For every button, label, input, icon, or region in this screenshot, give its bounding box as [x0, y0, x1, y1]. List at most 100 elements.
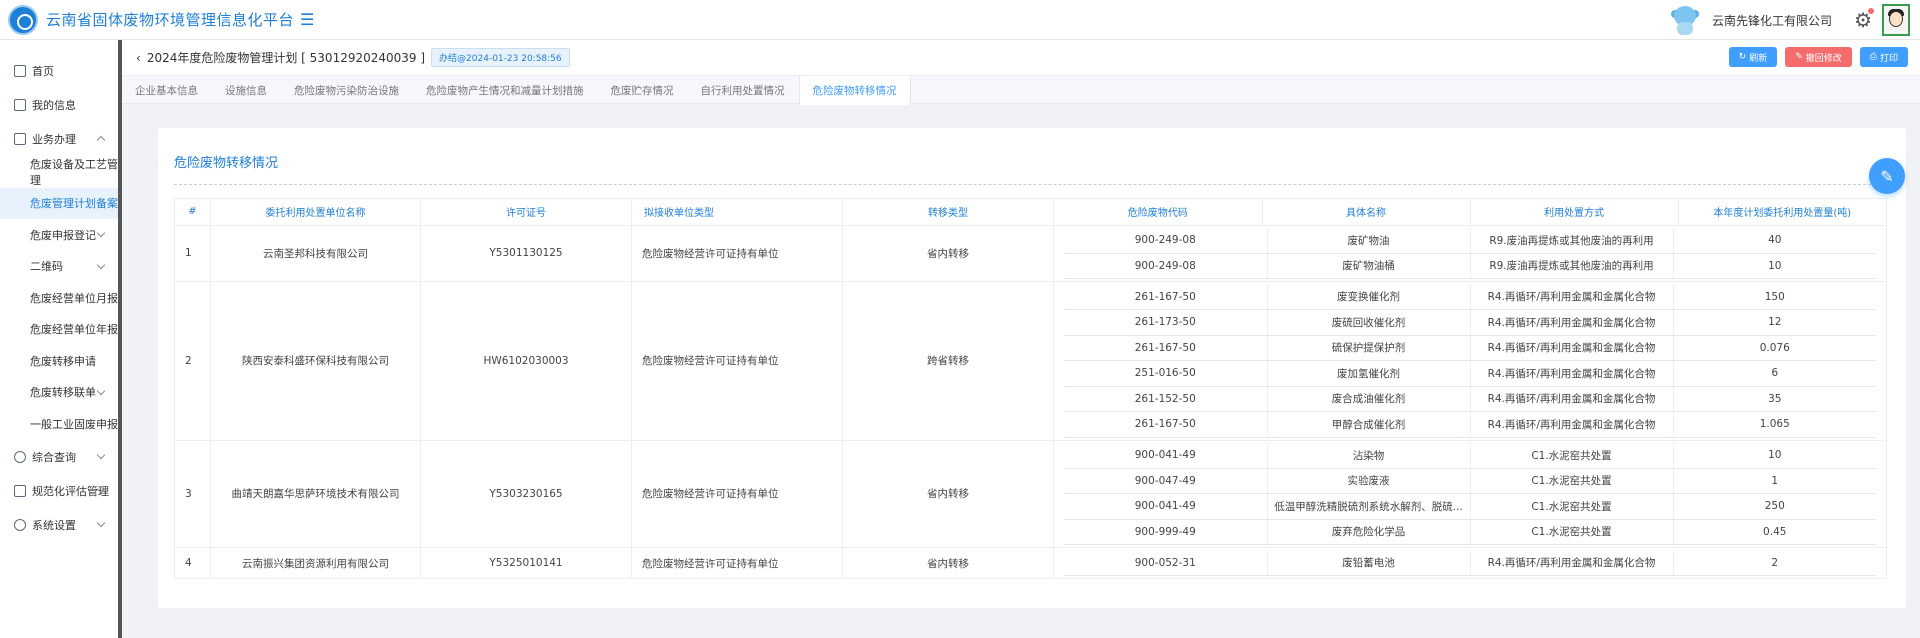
transfer-type-cell: 跨省转移 [842, 281, 1054, 441]
withdraw-button[interactable]: ✎ 撤回修改 [1785, 47, 1852, 67]
chevron-up-icon [96, 135, 106, 145]
waste-list-cell: 900-052-31 废铅蓄电池 R4.再循环/再利用金属和金属化合物 2 [1053, 547, 1887, 579]
tab-facility[interactable]: 设施信息 [212, 76, 281, 104]
planned-quantity: 1.065 [1672, 411, 1876, 438]
waste-row: 900-999-49 废弃危险化学品 C1.水泥窑共处置 0.45 [1064, 519, 1876, 545]
sidebar-item-home[interactable]: 首页 [0, 54, 118, 88]
disposal-method: C1.水泥窑共处置 [1469, 442, 1673, 469]
sidebar-item-label: 综合查询 [32, 450, 76, 464]
waste-row: 900-041-49 低温甲醇洗精脱硫剂系统水解剂、脱硫... C1.水泥窑共处置 2… [1064, 493, 1876, 520]
edit-fab-button[interactable]: ✎ [1869, 158, 1905, 194]
col-header: 利用处置方式 [1469, 199, 1678, 225]
table-header-row: # 委托利用处置单位名称 许可证号 拟接收单位类型 转移类型 危险废物代码 具体… [174, 198, 1887, 226]
sidebar-item-monthly-report[interactable]: 危废经营单位月报 [0, 282, 118, 314]
assessment-icon [14, 484, 26, 497]
sidebar-item-declaration[interactable]: 危废申报登记 [0, 219, 118, 251]
table-row: 2 陕西安泰科盛环保科技有限公司 HW6102030003 危险废物经营许可证持有单位… [174, 281, 1887, 441]
waste-name: 低温甲醇洗精脱硫剂系统水解剂、脱硫... [1266, 493, 1470, 520]
col-header: # [174, 198, 211, 226]
sidebar-item-label: 系统设置 [32, 518, 76, 532]
sidebar-item-transfer-apply[interactable]: 危废转移申请 [0, 345, 118, 377]
waste-name: 废铅蓄电池 [1266, 550, 1470, 576]
sidebar-item-manifest[interactable]: 危废转移联单 [0, 377, 118, 409]
license-cell: Y5303230165 [420, 439, 632, 548]
table-row: 3 曲靖天朗嘉华思萨环境技术有限公司 Y5303230165 危险废物经营许可证持有单… [174, 439, 1887, 548]
sidebar-item-business[interactable]: 业务办理 [0, 122, 118, 156]
waste-code: 900-041-49 [1064, 493, 1267, 520]
tab-bar: 企业基本信息 设施信息 危险废物污染防治设施 危险废物产生情况和减量计划措施 危… [122, 76, 1920, 105]
waste-name: 废弃危险化学品 [1266, 519, 1470, 545]
license-cell: Y5325010141 [420, 547, 632, 579]
sidebar-item-qrcode[interactable]: 二维码 [0, 251, 118, 283]
refresh-button[interactable]: ↻ 刷新 [1728, 47, 1778, 67]
table-row: 4 云南振兴集团资源利用有限公司 Y5325010141 危险废物经营许可证持有单位省… [174, 547, 1887, 579]
sidebar-item-label: 我的信息 [32, 99, 76, 112]
disposal-method: R4.再循环/再利用金属和金属化合物 [1469, 360, 1673, 387]
disposal-method: C1.水泥窑共处置 [1469, 493, 1673, 520]
sidebar-item-equipment[interactable]: 危废设备及工艺管理 [0, 156, 118, 188]
header-right: 云南先锋化工有限公司 ⚙ [1668, 0, 1910, 40]
row-number: 1 [174, 224, 211, 282]
col-header: 本年度计划委托利用处置量(吨) [1677, 199, 1886, 225]
search-icon [14, 450, 26, 463]
waste-name: 废硫回收催化剂 [1266, 309, 1470, 336]
app-title: 云南省固体废物环境管理信息化平台 [46, 11, 295, 29]
disposal-method: R4.再循环/再利用金属和金属化合物 [1469, 284, 1673, 310]
tab-transfer[interactable]: 危险废物转移情况 [798, 76, 911, 105]
waste-name: 硫保护提保护剂 [1266, 335, 1470, 361]
planned-quantity: 40 [1672, 227, 1876, 254]
page-title: 2024年度危险废物管理计划 [ 53012920240039 ] [146, 51, 426, 65]
waste-name: 甲醇合成催化剂 [1266, 411, 1470, 438]
waste-code: 900-052-31 [1064, 550, 1267, 576]
print-icon: ⎙ [1869, 52, 1877, 62]
print-button[interactable]: ⎙ 打印 [1859, 47, 1908, 67]
waste-row: 900-249-08 废矿物油 R9.废油再提炼或其他废油的再利用 40 [1064, 227, 1876, 254]
sidebar-item-assessment[interactable]: 规范化评估管理 [0, 474, 118, 508]
disposal-method: C1.水泥窑共处置 [1469, 468, 1673, 494]
hamburger-icon[interactable]: ☰ [300, 10, 314, 29]
sidebar-item-annual-report[interactable]: 危废经营单位年报 [0, 314, 118, 346]
sidebar-item-label: 危废申报登记 [30, 228, 96, 242]
sidebar-item-plan-filing[interactable]: 危废管理计划备案 [0, 187, 118, 219]
transfer-type-cell: 省内转移 [842, 224, 1054, 282]
sidebar-scrollbar[interactable] [118, 40, 122, 638]
waste-name: 废矿物油桶 [1266, 253, 1470, 279]
unit-type-cell: 危险废物经营许可证持有单位 [631, 439, 843, 548]
col-header: 转移类型 [842, 198, 1054, 226]
sidebar-item-settings[interactable]: 系统设置 [0, 508, 118, 542]
sidebar-item-label: 业务办理 [32, 133, 76, 146]
tab-basic-info[interactable]: 企业基本信息 [122, 76, 212, 104]
gear-icon[interactable]: ⚙ [1854, 8, 1874, 32]
waste-name: 废加氢催化剂 [1266, 360, 1470, 387]
sidebar: 首页 我的信息 业务办理 危废设备及工艺管理 危废管理计划备案 危废申报登记 二… [0, 40, 118, 638]
avatar[interactable] [1882, 4, 1910, 36]
waste-list-cell: 900-249-08 废矿物油 R9.废油再提炼或其他废油的再利用 40 900-249… [1053, 224, 1887, 282]
document-icon [14, 133, 26, 145]
unit-type-cell: 危险废物经营许可证持有单位 [631, 281, 843, 441]
back-icon[interactable]: ‹ [136, 51, 141, 65]
tab-self-disposal[interactable]: 自行利用处置情况 [688, 76, 799, 104]
waste-code: 900-249-08 [1064, 227, 1267, 254]
tab-generation[interactable]: 危险废物产生情况和减量计划措施 [413, 76, 598, 104]
unit-name-cell: 陕西安泰科盛环保科技有限公司 [210, 281, 421, 441]
disposal-method: R4.再循环/再利用金属和金属化合物 [1469, 335, 1673, 361]
disposal-method: C1.水泥窑共处置 [1469, 519, 1673, 545]
chevron-down-icon [96, 260, 106, 269]
chevron-down-icon [96, 386, 106, 395]
waste-row: 261-173-50 废硫回收催化剂 R4.再循环/再利用金属和金属化合物 12 [1064, 309, 1876, 336]
sidebar-item-general-waste[interactable]: 一般工业固废申报 [0, 408, 118, 440]
action-buttons: ↻ 刷新 ✎ 撤回修改 ⎙ 打印 [1728, 47, 1908, 67]
waste-code: 900-047-49 [1064, 468, 1267, 494]
waste-row: 261-152-50 废合成油催化剂 R4.再循环/再利用金属和金属化合物 35 [1064, 386, 1876, 412]
sidebar-item-label: 危废转移联单 [30, 386, 96, 400]
planned-quantity: 35 [1672, 386, 1876, 412]
waste-list-cell: 261-167-50 废变换催化剂 R4.再循环/再利用金属和金属化合物 150 261… [1053, 281, 1887, 441]
tab-storage[interactable]: 危废贮存情况 [598, 76, 688, 104]
tab-pollution-control[interactable]: 危险废物污染防治设施 [281, 76, 413, 104]
disposal-method: R9.废油再提炼或其他废油的再利用 [1469, 253, 1673, 279]
sidebar-item-query[interactable]: 综合查询 [0, 440, 118, 474]
col-header-group: 危险废物代码 具体名称 利用处置方式 本年度计划委托利用处置量(吨) [1053, 198, 1887, 226]
waste-name: 废合成油催化剂 [1266, 386, 1470, 412]
planned-quantity: 0.45 [1672, 519, 1876, 545]
sidebar-item-my-info[interactable]: 我的信息 [0, 88, 118, 122]
